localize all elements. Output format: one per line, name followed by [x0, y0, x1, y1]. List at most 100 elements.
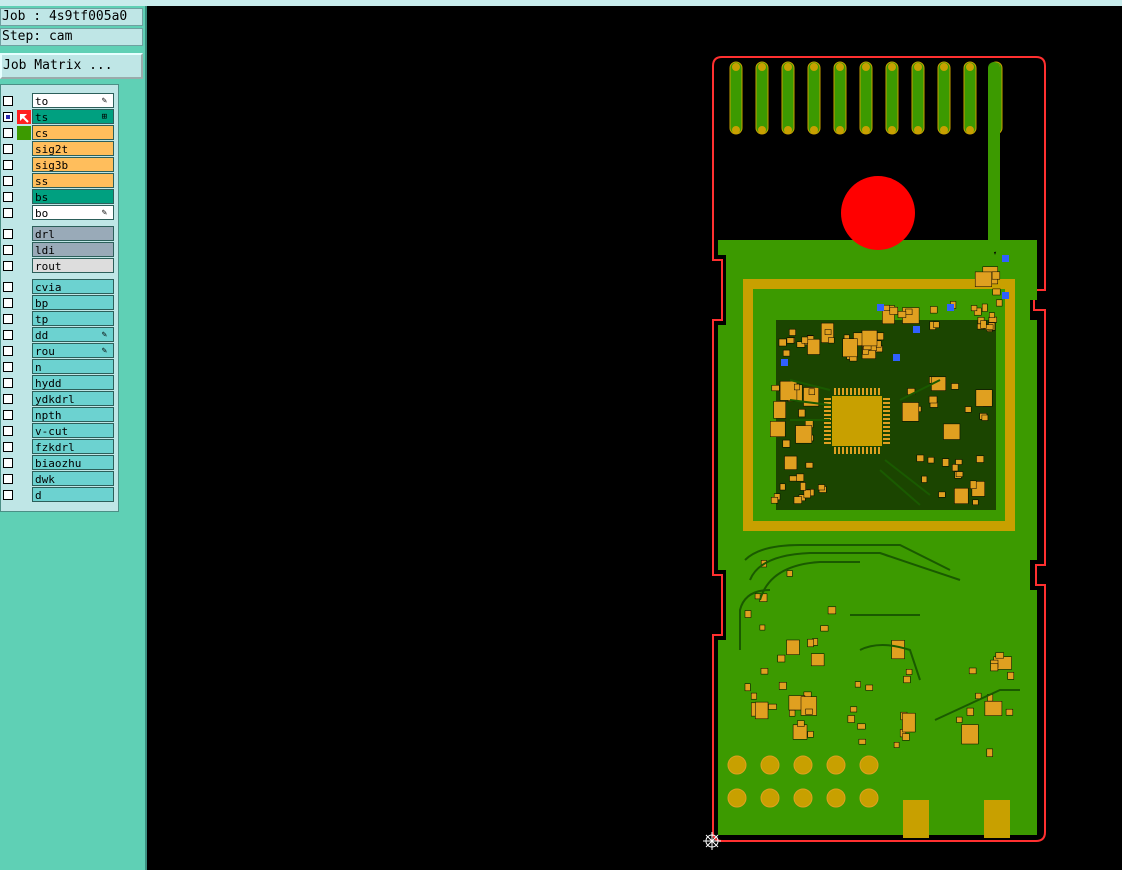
layer-checkbox[interactable] [3, 410, 13, 420]
layer-row-n[interactable]: n [1, 359, 117, 375]
layer-name[interactable]: ss [32, 173, 114, 188]
layer-row-dd[interactable]: dd ✎ [1, 327, 117, 343]
layer-checkbox[interactable] [3, 330, 13, 340]
ic-pin [866, 447, 868, 454]
layer-row-d[interactable]: d [1, 487, 117, 503]
smd-pad [956, 716, 963, 723]
layer-checkbox[interactable] [3, 346, 13, 356]
layer-checkbox[interactable] [3, 261, 13, 271]
layer-checkbox[interactable] [3, 442, 13, 452]
finger-pad [966, 63, 974, 71]
layer-row-bp[interactable]: bp [1, 295, 117, 311]
layer-row-to[interactable]: to ✎ [1, 93, 117, 109]
pcb-board-view[interactable] [147, 6, 1122, 870]
layer-name[interactable]: dwk [32, 471, 114, 486]
layer-checkbox[interactable] [3, 426, 13, 436]
ic-pin [854, 447, 856, 454]
layer-name[interactable]: sig2t [32, 141, 114, 156]
layer-name[interactable]: ts ⊞ [32, 109, 114, 124]
smd-pad [786, 639, 800, 655]
layer-row-drl[interactable]: drl [1, 226, 117, 242]
layer-checkbox[interactable] [3, 490, 13, 500]
layer-row-ldi[interactable]: ldi [1, 242, 117, 258]
layer-row-fzkdrl[interactable]: fzkdrl [1, 439, 117, 455]
layer-name[interactable]: dd ✎ [32, 327, 114, 342]
layer-checkbox[interactable] [3, 192, 13, 202]
layer-status-slot [17, 190, 31, 204]
smd-pad [984, 701, 1003, 716]
layer-name[interactable]: drl [32, 226, 114, 241]
main-ic [832, 396, 882, 446]
layer-status-slot [17, 360, 31, 374]
layer-row-bo[interactable]: bo ✎ [1, 205, 117, 221]
layer-checkbox[interactable] [3, 245, 13, 255]
layer-name[interactable]: bo ✎ [32, 205, 114, 220]
layer-checkbox[interactable] [3, 144, 13, 154]
ic-pin [846, 447, 848, 454]
layer-row-v-cut[interactable]: v-cut [1, 423, 117, 439]
layer-name[interactable]: d [32, 487, 114, 502]
ic-pin [883, 410, 890, 412]
smd-pad [893, 742, 900, 748]
ic-pin [824, 410, 831, 412]
layer-row-biaozhu[interactable]: biaozhu [1, 455, 117, 471]
layer-row-ydkdrl[interactable]: ydkdrl [1, 391, 117, 407]
layer-row-rout[interactable]: rout [1, 258, 117, 274]
layer-name[interactable]: bs [32, 189, 114, 204]
layer-name[interactable]: tp [32, 311, 114, 326]
layer-name[interactable]: rou ✎ [32, 343, 114, 358]
layer-status-slot [17, 472, 31, 486]
layer-name[interactable]: n [32, 359, 114, 374]
smd-pad [789, 475, 797, 482]
layer-status-slot [17, 328, 31, 342]
layer-checkbox[interactable] [3, 229, 13, 239]
layer-checkbox[interactable] [3, 160, 13, 170]
layer-row-cvia[interactable]: cvia [1, 279, 117, 295]
smd-pad [972, 499, 979, 506]
layer-row-npth[interactable]: npth [1, 407, 117, 423]
layer-checkbox[interactable] [3, 176, 13, 186]
finger-pad [888, 126, 896, 134]
layer-name[interactable]: to ✎ [32, 93, 114, 108]
layer-name[interactable]: fzkdrl [32, 439, 114, 454]
smd-pad [954, 487, 969, 504]
layer-name[interactable]: npth [32, 407, 114, 422]
layer-name[interactable]: biaozhu [32, 455, 114, 470]
layer-checkbox[interactable] [3, 96, 13, 106]
layer-row-tp[interactable]: tp [1, 311, 117, 327]
smd-pad [793, 496, 802, 504]
layer-checkbox[interactable] [3, 298, 13, 308]
layer-name[interactable]: ydkdrl [32, 391, 114, 406]
layer-row-rou[interactable]: rou ✎ [1, 343, 117, 359]
layer-checkbox[interactable] [3, 112, 13, 122]
layer-checkbox[interactable] [3, 394, 13, 404]
layer-row-ts[interactable]: ts ⊞ [1, 109, 117, 125]
layer-checkbox[interactable] [3, 128, 13, 138]
layer-row-bs[interactable]: bs [1, 189, 117, 205]
smd-pad [777, 654, 786, 663]
layer-checkbox[interactable] [3, 362, 13, 372]
layer-row-sig3b[interactable]: sig3b [1, 157, 117, 173]
layer-checkbox[interactable] [3, 282, 13, 292]
layer-name[interactable]: rout [32, 258, 114, 273]
layer-name[interactable]: bp [32, 295, 114, 310]
layer-name[interactable]: ldi [32, 242, 114, 257]
graphic-canvas[interactable] [147, 6, 1122, 870]
layer-row-sig2t[interactable]: sig2t [1, 141, 117, 157]
layer-name[interactable]: cvia [32, 279, 114, 294]
layer-name[interactable]: v-cut [32, 423, 114, 438]
ic-pin [883, 414, 890, 416]
layer-checkbox[interactable] [3, 314, 13, 324]
layer-name[interactable]: hydd [32, 375, 114, 390]
layer-name[interactable]: cs [32, 125, 114, 140]
layer-row-dwk[interactable]: dwk [1, 471, 117, 487]
layer-checkbox[interactable] [3, 208, 13, 218]
layer-row-ss[interactable]: ss [1, 173, 117, 189]
job-matrix-button[interactable]: Job Matrix ... [0, 53, 143, 79]
layer-name[interactable]: sig3b [32, 157, 114, 172]
layer-checkbox[interactable] [3, 378, 13, 388]
layer-checkbox[interactable] [3, 474, 13, 484]
layer-row-cs[interactable]: cs [1, 125, 117, 141]
layer-row-hydd[interactable]: hydd [1, 375, 117, 391]
layer-checkbox[interactable] [3, 458, 13, 468]
